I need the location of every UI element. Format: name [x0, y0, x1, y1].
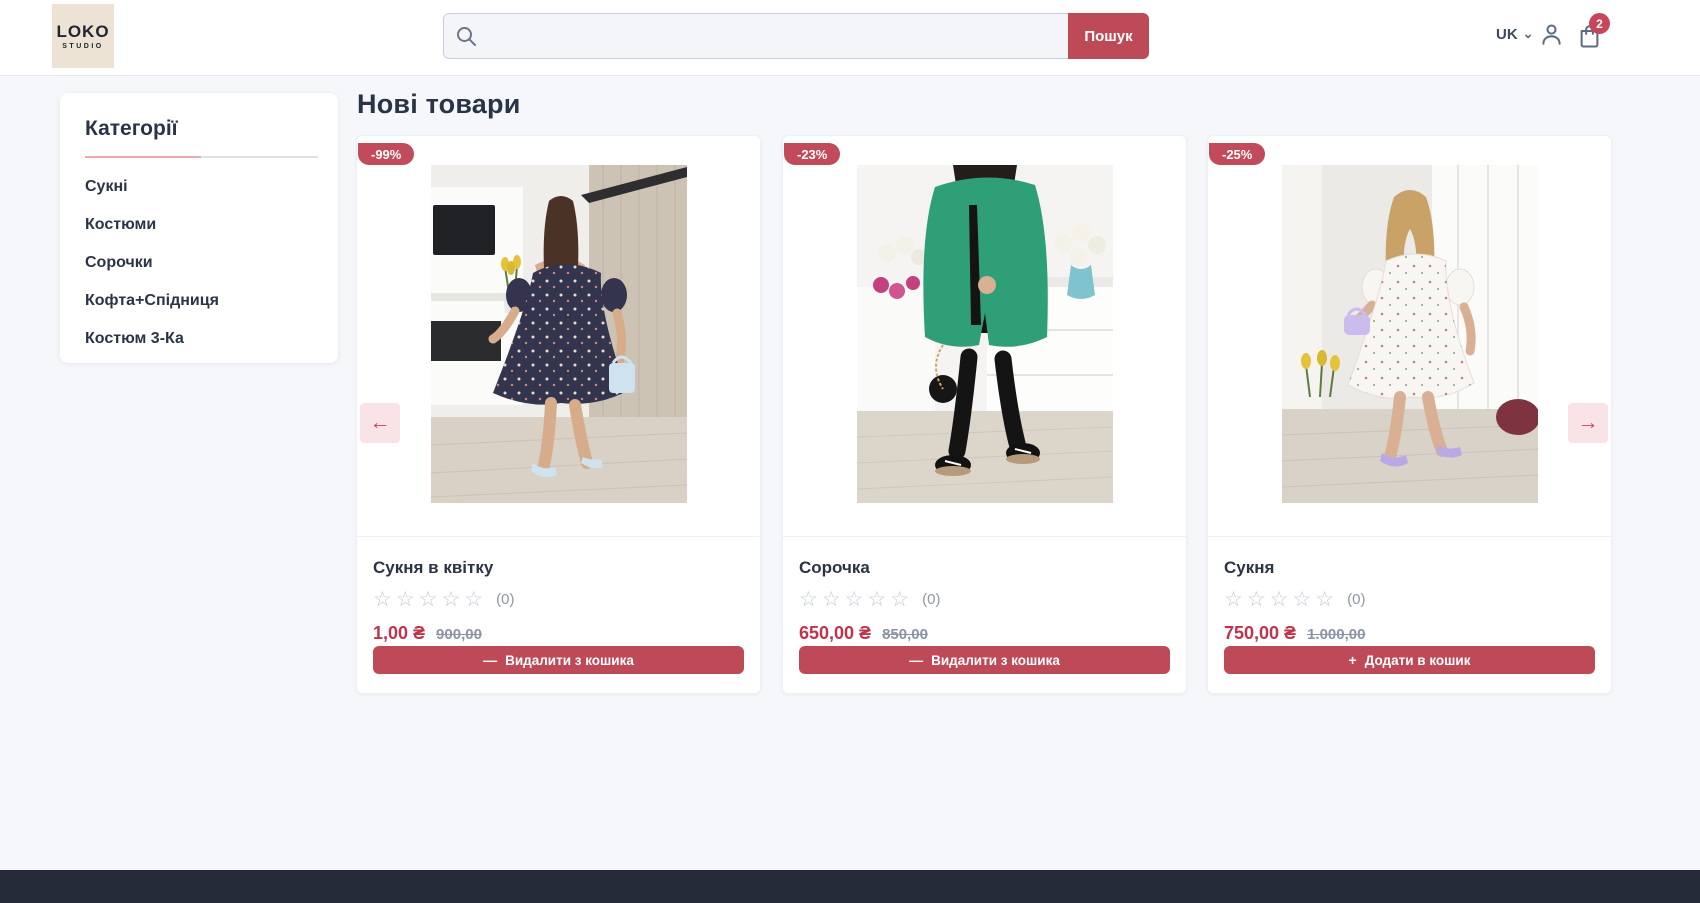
current-price: 750,00 ₴ — [1224, 623, 1296, 644]
language-label: UK — [1496, 26, 1518, 43]
search-input[interactable] — [443, 13, 1068, 59]
minus-icon: — — [483, 653, 497, 667]
sidebar-item-top-skirt[interactable]: Кофта+Спідниця — [85, 292, 318, 310]
old-price: 900,00 — [436, 626, 482, 643]
logo-subtext: STUDIO — [62, 43, 103, 50]
star-rating-icons[interactable]: ☆☆☆☆☆ — [373, 589, 487, 610]
carousel-prev-button[interactable]: ← — [360, 403, 400, 443]
add-to-cart-button[interactable]: + Додати в кошик — [1224, 646, 1595, 674]
shopping-bag-icon — [1576, 36, 1603, 53]
star-rating-icons[interactable]: ☆☆☆☆☆ — [1224, 589, 1338, 610]
old-price: 1.000,00 — [1307, 626, 1365, 643]
product-image[interactable] — [857, 165, 1113, 503]
chevron-down-icon: ⌄ — [1523, 27, 1534, 40]
logo[interactable]: LOKO STUDIO — [52, 4, 114, 68]
user-icon — [1538, 35, 1565, 52]
button-label: Додати в кошик — [1365, 653, 1471, 668]
product-info: Сукня ☆☆☆☆☆ (0) 750,00 ₴ 1.000,00 + Дода… — [1208, 536, 1611, 693]
rating-count: (0) — [496, 591, 514, 608]
product-price-row: 1,00 ₴ 900,00 — [373, 623, 744, 644]
divider-accent — [85, 156, 201, 158]
button-label: Видалити з кошика — [505, 653, 634, 668]
rating-count: (0) — [922, 591, 940, 608]
product-price-row: 650,00 ₴ 850,00 — [799, 623, 1170, 644]
product-info: Сорочка ☆☆☆☆☆ (0) 650,00 ₴ 850,00 — Вида… — [783, 536, 1186, 693]
current-price: 1,00 ₴ — [373, 623, 425, 644]
sidebar-item-dresses[interactable]: Сукні — [85, 178, 318, 196]
header: LOKO STUDIO Пошук UK ⌄ — [0, 0, 1700, 76]
categories-divider — [85, 156, 318, 158]
sidebar-item-suit-3pc[interactable]: Костюм 3-Ка — [85, 330, 318, 348]
product-image[interactable] — [1282, 165, 1538, 503]
current-price: 650,00 ₴ — [799, 623, 871, 644]
star-rating-icons[interactable]: ☆☆☆☆☆ — [799, 589, 913, 610]
product-rating: ☆☆☆☆☆ (0) — [1224, 589, 1595, 610]
page-title: Нові товари — [357, 89, 521, 120]
product-image[interactable] — [431, 165, 687, 503]
discount-badge: -25% — [1209, 143, 1265, 165]
account-button[interactable] — [1538, 21, 1565, 53]
remove-from-cart-button[interactable]: — Видалити з кошика — [373, 646, 744, 674]
cart-count-badge: 2 — [1589, 13, 1610, 34]
logo-text: LOKO — [56, 23, 109, 40]
cart-button[interactable]: 2 — [1576, 22, 1603, 54]
product-name[interactable]: Сорочка — [799, 558, 1170, 578]
product-info: Сукня в квітку ☆☆☆☆☆ (0) 1,00 ₴ 900,00 —… — [357, 536, 760, 693]
categories-panel: Категорії Сукні Костюми Сорочки Кофта+Сп… — [60, 93, 338, 363]
arrow-right-icon: → — [1578, 411, 1599, 435]
discount-badge: -99% — [358, 143, 414, 165]
sidebar-item-shirts[interactable]: Сорочки — [85, 254, 318, 272]
product-rating: ☆☆☆☆☆ (0) — [799, 589, 1170, 610]
footer — [0, 870, 1700, 903]
product-name[interactable]: Сукня в квітку — [373, 558, 744, 578]
product-name[interactable]: Сукня — [1224, 558, 1595, 578]
categories-title: Категорії — [85, 117, 318, 141]
minus-icon: — — [909, 653, 923, 667]
search-button[interactable]: Пошук — [1068, 13, 1149, 59]
product-card: -99% — [356, 135, 761, 694]
product-card: -25% — [1207, 135, 1612, 694]
rating-count: (0) — [1347, 591, 1365, 608]
search-bar: Пошук — [443, 13, 1149, 59]
product-price-row: 750,00 ₴ 1.000,00 — [1224, 623, 1595, 644]
old-price: 850,00 — [882, 626, 928, 643]
remove-from-cart-button[interactable]: — Видалити з кошика — [799, 646, 1170, 674]
plus-icon: + — [1349, 653, 1357, 667]
product-rating: ☆☆☆☆☆ (0) — [373, 589, 744, 610]
divider-rest — [201, 156, 318, 158]
carousel-next-button[interactable]: → — [1568, 403, 1608, 443]
button-label: Видалити з кошика — [931, 653, 1060, 668]
sidebar-item-suits[interactable]: Костюми — [85, 216, 318, 234]
arrow-left-icon: ← — [370, 411, 391, 435]
language-switcher[interactable]: UK ⌄ — [1496, 26, 1534, 43]
storefront-page: LOKO STUDIO Пошук UK ⌄ — [0, 0, 1700, 903]
product-card: -23% — [782, 135, 1187, 694]
discount-badge: -23% — [784, 143, 840, 165]
